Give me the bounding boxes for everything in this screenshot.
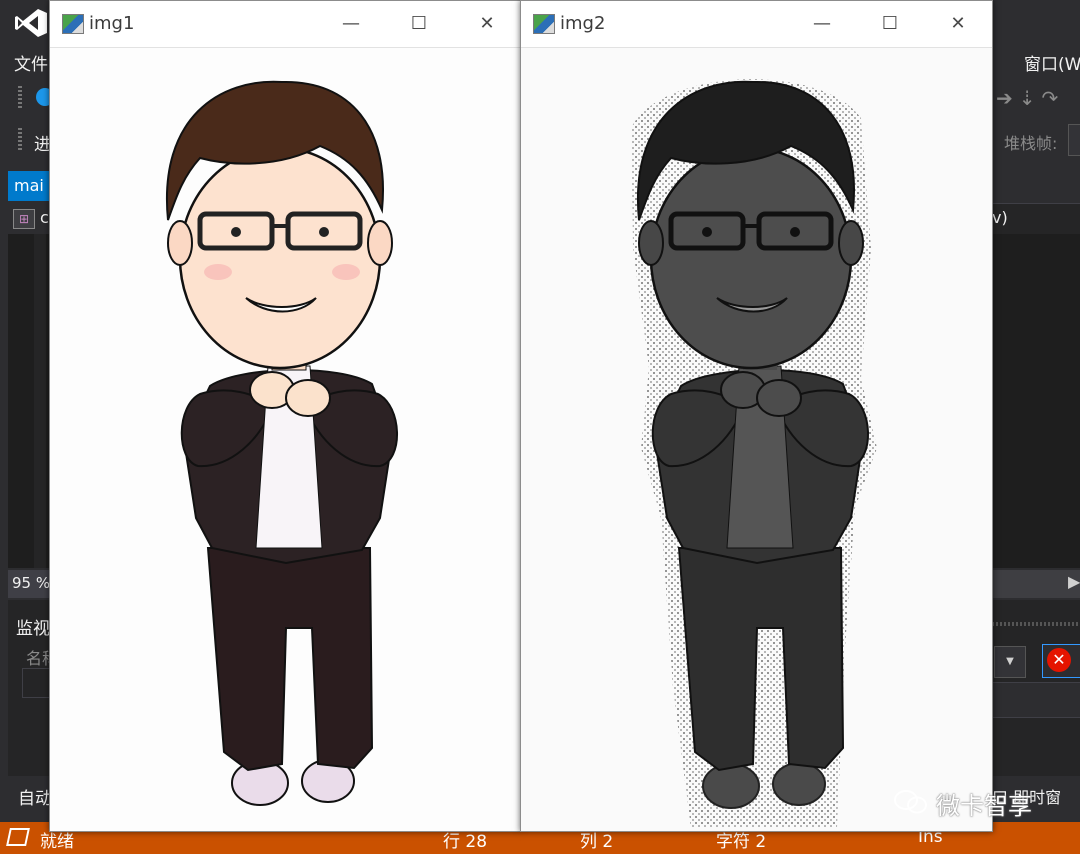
minimize-icon[interactable]: — [807,9,837,39]
minimize-icon[interactable]: — [336,9,366,39]
watch-panel-title: 监视 [16,619,50,639]
window-titlebar[interactable]: img1 — ☐ ✕ [50,1,520,48]
close-icon[interactable]: ✕ [472,9,502,39]
window-title: img1 [89,13,135,34]
scope-dropdown-label[interactable]: c [40,208,49,227]
error-icon: ✕ [1047,648,1071,672]
toolbar-grip[interactable] [18,86,22,110]
visual-studio-logo-icon [15,9,47,37]
cartoon-man-grayscale-image [521,48,992,831]
document-tab-main[interactable]: mai [8,171,52,201]
image-canvas-grayscale [521,48,992,831]
image-canvas-color [50,48,520,831]
opencv-window-icon [62,14,84,34]
watermark-text: 微卡智享 [936,792,1032,820]
chevron-down-icon[interactable]: ▼ [994,646,1026,678]
zoom-level-text: 95 % [12,574,51,592]
document-tab-label: mai [14,176,44,195]
close-icon[interactable]: ✕ [943,9,973,39]
stack-frame-label: 堆栈帧: [1004,134,1058,153]
scroll-right-icon[interactable]: ▶ [1068,572,1080,591]
code-editor-right[interactable] [992,234,1080,568]
error-list-header [992,682,1080,718]
panel-grip[interactable] [992,622,1080,626]
zoom-level[interactable]: 95 % [8,570,52,598]
opencv-window-icon [533,14,555,34]
image-window-img1[interactable]: img1 — ☐ ✕ [49,0,521,832]
horizontal-scrollbar[interactable] [992,570,1080,598]
window-title: img2 [560,13,606,34]
class-scope-icon: ⊞ [13,209,35,229]
menu-window[interactable]: 窗口(W [1024,50,1080,75]
debug-step-icons[interactable]: ➔⇣↷ [996,86,1064,110]
menu-file[interactable]: 文件 [14,50,48,75]
cartoon-man-color-image [50,48,520,831]
member-dropdown[interactable]: v) [992,203,1080,234]
editor-margin [34,234,46,568]
maximize-icon[interactable]: ☐ [875,9,905,39]
member-dropdown-label: v) [992,208,1008,227]
window-titlebar[interactable]: img2 — ☐ ✕ [521,1,992,48]
status-output-icon [6,828,30,846]
wechat-logo-icon [894,790,927,814]
maximize-icon[interactable]: ☐ [404,9,434,39]
image-window-img2[interactable]: img2 — ☐ ✕ [520,0,993,832]
tab-autos[interactable]: 自动 [18,784,52,809]
stack-frame-dropdown[interactable] [1068,124,1080,156]
toolbar-grip-2[interactable] [18,128,22,152]
